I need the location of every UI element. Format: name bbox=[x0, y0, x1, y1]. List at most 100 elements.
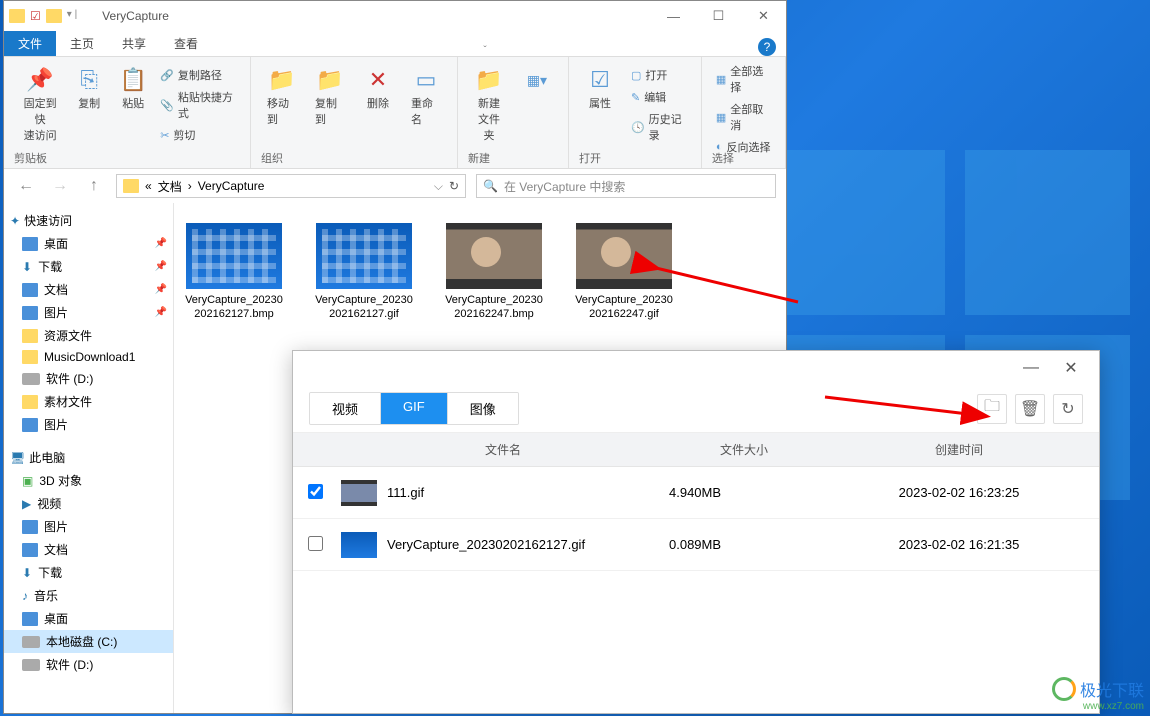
pictures-icon bbox=[22, 520, 38, 534]
sidebar-item-pictures3[interactable]: 图片 bbox=[4, 515, 173, 538]
sidebar-item-3d[interactable]: ▣3D 对象 bbox=[4, 469, 173, 492]
sidebar-item-desktop[interactable]: 桌面📌 bbox=[4, 232, 173, 255]
ribbon-expand-icon[interactable]: ˇ bbox=[477, 45, 492, 56]
paste-button[interactable]: 📋粘贴 bbox=[112, 61, 154, 115]
table-row[interactable]: VeryCapture_20230202162127.gif 0.089MB 2… bbox=[293, 519, 1099, 571]
cut-button[interactable]: ✂剪切 bbox=[156, 125, 240, 145]
file-name-label: VeryCapture_20230202162247.bmp bbox=[444, 293, 544, 322]
edit-button[interactable]: ✎编辑 bbox=[627, 87, 691, 107]
minimize-button[interactable]: — bbox=[651, 1, 696, 31]
copy-icon: ⎘ bbox=[74, 65, 104, 95]
addr-dropdown-icon[interactable]: ⌵ bbox=[434, 179, 443, 194]
search-input[interactable]: 🔍 在 VeryCapture 中搜索 bbox=[476, 174, 776, 198]
newitem-button[interactable]: ▦▾ bbox=[516, 61, 558, 99]
open-button[interactable]: ▢打开 bbox=[627, 65, 691, 85]
history-button[interactable]: 🕓历史记录 bbox=[627, 109, 691, 145]
tab-file[interactable]: 文件 bbox=[4, 31, 56, 56]
tab-video[interactable]: 视频 bbox=[310, 393, 381, 424]
col-name[interactable]: 文件名 bbox=[337, 441, 669, 458]
selectnone-button[interactable]: ▦全部取消 bbox=[712, 99, 775, 135]
minimize-button[interactable]: — bbox=[1011, 359, 1051, 377]
open-icon: ▢ bbox=[631, 69, 641, 82]
sidebar-item-material[interactable]: 素材文件 bbox=[4, 390, 173, 413]
forward-button[interactable]: → bbox=[48, 174, 72, 198]
copyto-button[interactable]: 📁复制到 bbox=[309, 61, 351, 131]
sidebar-item-downloads[interactable]: ⬇下载📌 bbox=[4, 255, 173, 278]
sidebar-item-documents2[interactable]: 文档 bbox=[4, 538, 173, 561]
address-bar[interactable]: « 文档 › VeryCapture ⌵ ↻ bbox=[116, 174, 466, 198]
pin-button[interactable]: 📌固定到快 速访问 bbox=[14, 61, 66, 147]
sidebar-item-diskd2[interactable]: 软件 (D:) bbox=[4, 653, 173, 676]
table-row[interactable]: 111.gif 4.940MB 2023-02-02 16:23:25 bbox=[293, 467, 1099, 519]
tab-share[interactable]: 共享 bbox=[108, 31, 160, 56]
rename-button[interactable]: ▭重命名 bbox=[405, 61, 447, 131]
sidebar-item-pictures2[interactable]: 图片 bbox=[4, 413, 173, 436]
qat-check-icon[interactable]: ☑ bbox=[30, 9, 41, 23]
row-checkbox[interactable] bbox=[308, 484, 323, 499]
sidebar-item-musics[interactable]: ♪音乐 bbox=[4, 584, 173, 607]
col-time[interactable]: 创建时间 bbox=[819, 441, 1099, 458]
tab-image[interactable]: 图像 bbox=[448, 393, 518, 424]
row-checkbox[interactable] bbox=[308, 536, 323, 551]
copy-path-button[interactable]: 🔗复制路径 bbox=[156, 65, 240, 85]
breadcrumb-seg[interactable]: 文档 bbox=[158, 178, 182, 195]
file-item[interactable]: VeryCapture_20230202162127.gif bbox=[314, 223, 414, 322]
newitem-icon: ▦▾ bbox=[522, 65, 552, 95]
table-header: 文件名 文件大小 创建时间 bbox=[293, 433, 1099, 467]
close-button[interactable]: ✕ bbox=[741, 1, 786, 31]
sidebar-item-videos[interactable]: ▶视频 bbox=[4, 492, 173, 515]
breadcrumb-sep: › bbox=[188, 179, 192, 193]
moveto-button[interactable]: 📁移动到 bbox=[261, 61, 303, 131]
segment-tabs: 视频 GIF 图像 bbox=[309, 392, 519, 425]
newfolder-button[interactable]: 📁新建 文件夹 bbox=[468, 61, 510, 147]
sidebar-item-downloads2[interactable]: ⬇下载 bbox=[4, 561, 173, 584]
open-folder-button[interactable]: 🗀 bbox=[977, 394, 1007, 424]
sidebar-thispc[interactable]: 🖥此电脑 bbox=[4, 446, 173, 469]
sidebar-item-music[interactable]: MusicDownload1 bbox=[4, 347, 173, 367]
selectall-button[interactable]: ▦全部选择 bbox=[712, 61, 775, 97]
tab-view[interactable]: 查看 bbox=[160, 31, 212, 56]
pin-icon: 📌 bbox=[155, 261, 167, 272]
copy-button[interactable]: ⎘复制 bbox=[68, 61, 110, 115]
breadcrumb-seg[interactable]: VeryCapture bbox=[198, 179, 265, 193]
refresh-button[interactable]: ↻ bbox=[449, 179, 459, 193]
video-icon: ▶ bbox=[22, 497, 31, 511]
paste-shortcut-button[interactable]: 📎粘贴快捷方式 bbox=[156, 87, 240, 123]
help-icon[interactable]: ? bbox=[758, 38, 776, 56]
tab-home[interactable]: 主页 bbox=[56, 31, 108, 56]
disk-icon bbox=[22, 659, 40, 671]
sidebar-item-pictures[interactable]: 图片📌 bbox=[4, 301, 173, 324]
file-item[interactable]: VeryCapture_20230202162247.gif bbox=[574, 223, 674, 322]
row-time: 2023-02-02 16:21:35 bbox=[819, 537, 1099, 552]
file-thumbnail bbox=[446, 223, 542, 289]
delete-button[interactable]: ✕删除 bbox=[357, 61, 399, 115]
sidebar-item-diskd[interactable]: 软件 (D:) bbox=[4, 367, 173, 390]
search-icon: 🔍 bbox=[483, 179, 498, 193]
ribbon-tabs: 文件 主页 共享 查看 ˇ ? bbox=[4, 31, 786, 57]
row-size: 0.089MB bbox=[669, 537, 819, 552]
properties-button[interactable]: ☑属性 bbox=[579, 61, 621, 115]
col-size[interactable]: 文件大小 bbox=[669, 441, 819, 458]
file-item[interactable]: VeryCapture_20230202162247.bmp bbox=[444, 223, 544, 322]
up-button[interactable]: ↑ bbox=[82, 174, 106, 198]
sidebar-item-resources[interactable]: 资源文件 bbox=[4, 324, 173, 347]
back-button[interactable]: ← bbox=[14, 174, 38, 198]
file-item[interactable]: VeryCapture_20230202162127.bmp bbox=[184, 223, 284, 322]
table-body: 111.gif 4.940MB 2023-02-02 16:23:25 Very… bbox=[293, 467, 1099, 713]
sidebar-item-diskc[interactable]: 本地磁盘 (C:) bbox=[4, 630, 173, 653]
delete-button[interactable]: 🗑 bbox=[1015, 394, 1045, 424]
maximize-button[interactable]: ☐ bbox=[696, 1, 741, 31]
sidebar-item-desktop2[interactable]: 桌面 bbox=[4, 607, 173, 630]
folder-icon: 🗀 bbox=[984, 395, 1000, 422]
close-button[interactable]: ✕ bbox=[1051, 358, 1091, 378]
download-icon: ⬇ bbox=[22, 260, 32, 274]
row-size: 4.940MB bbox=[669, 485, 819, 500]
qat-dropdown-icon[interactable]: ▾ | bbox=[67, 9, 77, 23]
refresh-button[interactable]: ↻ bbox=[1053, 394, 1083, 424]
sidebar-item-documents[interactable]: 文档📌 bbox=[4, 278, 173, 301]
desktop-icon bbox=[22, 237, 38, 251]
file-thumbnail bbox=[576, 223, 672, 289]
sidebar-quickaccess[interactable]: ✦快速访问 bbox=[4, 209, 173, 232]
tab-gif[interactable]: GIF bbox=[381, 393, 448, 424]
documents-icon bbox=[22, 543, 38, 557]
